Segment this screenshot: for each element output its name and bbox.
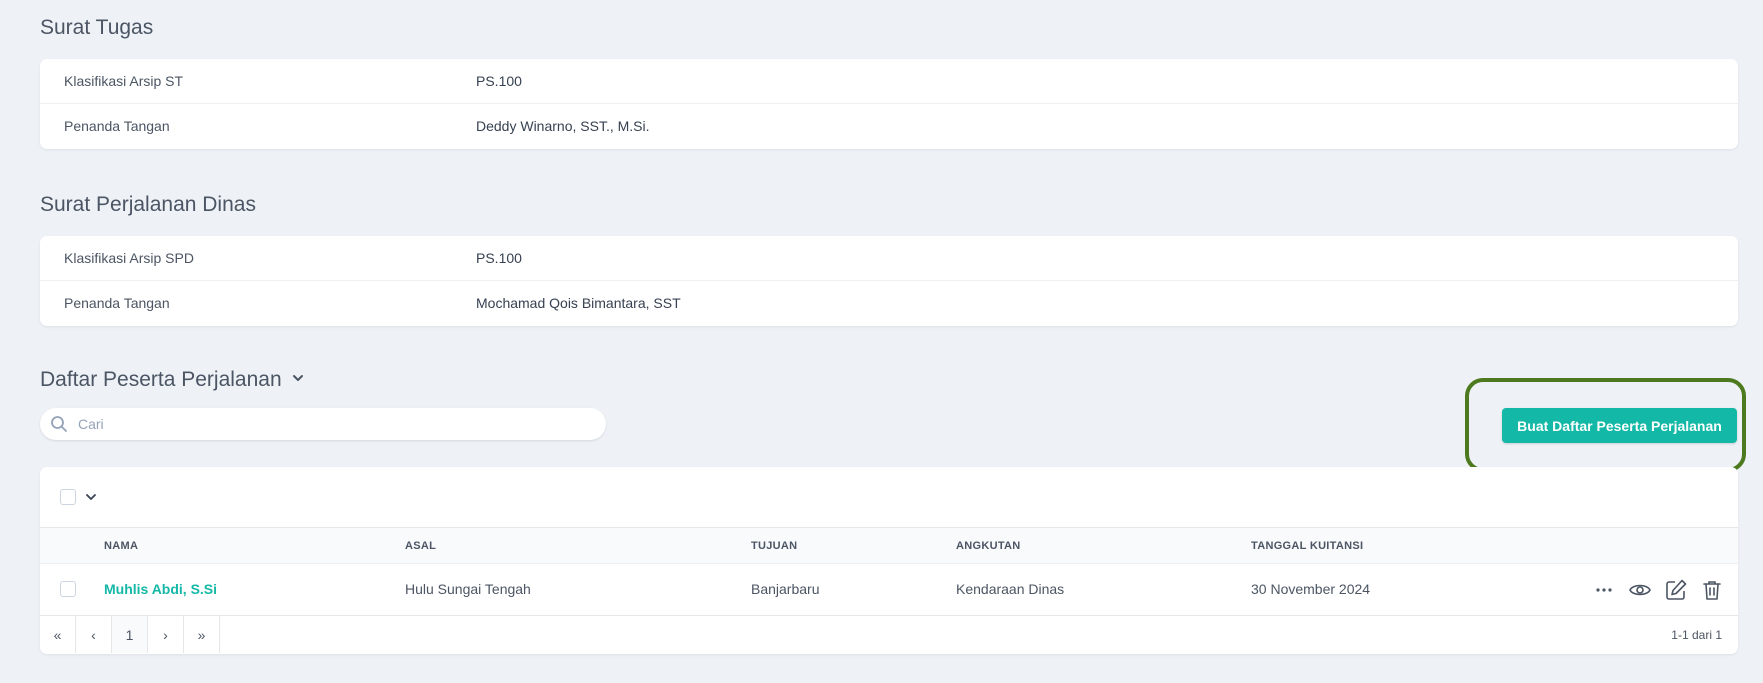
row-asal: Hulu Sungai Tengah [405, 581, 531, 597]
column-header-nama[interactable]: NAMA [104, 540, 138, 552]
kv-value: Deddy Winarno, SST., M.Si. [476, 118, 650, 134]
kv-row: Penanda Tangan Mochamad Qois Bimantara, … [40, 281, 1738, 326]
column-header-asal[interactable]: ASAL [405, 540, 436, 552]
peserta-table: NAMA ASAL TUJUAN ANGKUTAN TANGGAL KUITAN… [40, 467, 1738, 654]
pagination-next[interactable]: › [148, 616, 184, 653]
column-header-tujuan[interactable]: TUJUAN [751, 540, 797, 552]
kv-value: Mochamad Qois Bimantara, SST [476, 295, 681, 311]
kv-row: Klasifikasi Arsip ST PS.100 [40, 59, 1738, 104]
surat-tugas-card: Klasifikasi Arsip ST PS.100 Penanda Tang… [40, 59, 1738, 149]
column-header-angkutan[interactable]: ANGKUTAN [956, 540, 1021, 552]
search-input[interactable] [78, 408, 588, 440]
kv-label: Klasifikasi Arsip ST [64, 73, 184, 89]
table-row: Muhlis Abdi, S.Si Hulu Sungai Tengah Ban… [40, 564, 1738, 616]
row-angkutan: Kendaraan Dinas [956, 581, 1065, 597]
table-toolbar [40, 467, 1738, 528]
more-icon[interactable] [1592, 578, 1616, 602]
search-box [40, 408, 606, 440]
row-tujuan: Banjarbaru [751, 581, 820, 597]
row-checkbox[interactable] [60, 581, 76, 597]
row-tanggal: 30 November 2024 [1251, 581, 1371, 597]
kv-value: PS.100 [476, 250, 522, 266]
kv-row: Klasifikasi Arsip SPD PS.100 [40, 236, 1738, 281]
chevron-down-icon [290, 368, 306, 392]
kv-label: Penanda Tangan [64, 295, 170, 311]
peserta-title: Daftar Peserta Perjalanan [40, 368, 282, 391]
kv-value: PS.100 [476, 73, 522, 89]
bulk-actions-chevron-down-icon[interactable] [84, 490, 98, 504]
pagination-info: 1-1 dari 1 [1671, 628, 1722, 642]
surat-perjalanan-title: Surat Perjalanan Dinas [40, 193, 256, 216]
edit-icon[interactable] [1664, 578, 1688, 602]
eye-icon[interactable] [1628, 578, 1652, 602]
surat-perjalanan-card: Klasifikasi Arsip SPD PS.100 Penanda Tan… [40, 236, 1738, 326]
kv-label: Penanda Tangan [64, 118, 170, 134]
peserta-section-toggle[interactable]: Daftar Peserta Perjalanan [40, 368, 306, 392]
trash-icon[interactable] [1700, 578, 1724, 602]
table-header: NAMA ASAL TUJUAN ANGKUTAN TANGGAL KUITAN… [40, 528, 1738, 564]
create-peserta-button[interactable]: Buat Daftar Peserta Perjalanan [1502, 408, 1737, 443]
pagination-buttons: « ‹ 1 › » [40, 616, 220, 653]
row-nama-link[interactable]: Muhlis Abdi, S.Si [104, 581, 217, 597]
kv-row: Penanda Tangan Deddy Winarno, SST., M.Si… [40, 104, 1738, 149]
select-all-checkbox[interactable] [60, 489, 76, 505]
pagination-first[interactable]: « [40, 616, 76, 653]
surat-tugas-title: Surat Tugas [40, 16, 154, 39]
kv-label: Klasifikasi Arsip SPD [64, 250, 194, 266]
pagination-last[interactable]: » [184, 616, 220, 653]
pagination-page-1[interactable]: 1 [112, 616, 148, 653]
row-actions [1592, 578, 1724, 602]
pagination-prev[interactable]: ‹ [76, 616, 112, 653]
column-header-tanggal-kuitansi[interactable]: TANGGAL KUITANSI [1251, 540, 1363, 552]
pagination: « ‹ 1 › » 1-1 dari 1 [40, 616, 1738, 653]
